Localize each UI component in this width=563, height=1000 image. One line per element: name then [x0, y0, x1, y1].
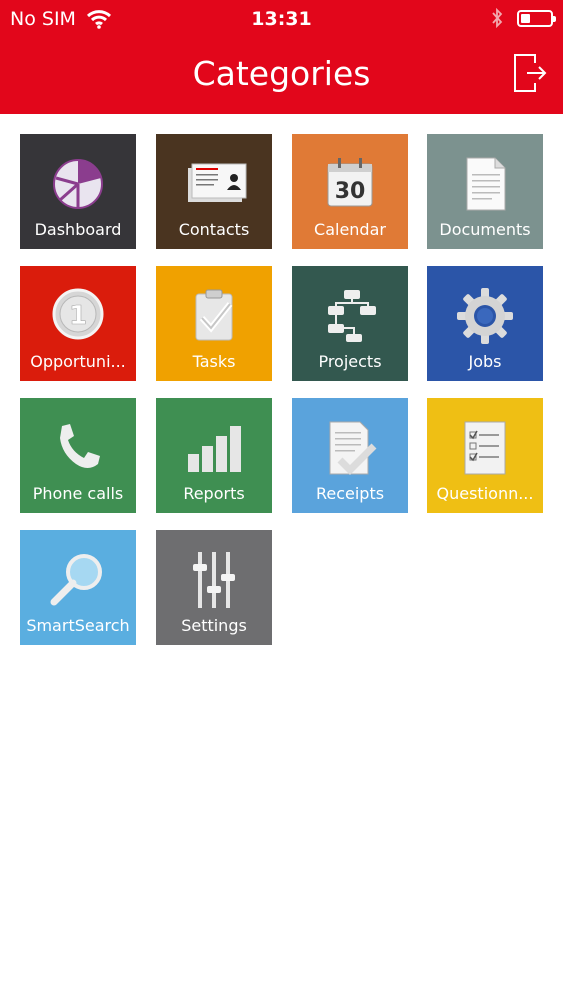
tile-label: Calendar [314, 220, 386, 239]
bluetooth-icon [492, 8, 503, 28]
phone-icon [60, 424, 100, 468]
coin-icon: 1 [52, 288, 104, 340]
tile-label: Documents [439, 220, 531, 239]
tile-label: Settings [181, 616, 247, 635]
tile-phone-calls[interactable]: Phone calls [20, 398, 136, 513]
status-bar: No SIM 13:31 [0, 0, 563, 40]
tile-documents[interactable]: Documents [427, 134, 543, 249]
sliders-icon [193, 552, 235, 608]
tile-opportunities[interactable]: 1 Opportuni... [20, 266, 136, 381]
calendar-day: 30 [335, 179, 366, 204]
tile-label: Questionn... [436, 484, 534, 503]
receipt-check-icon [329, 421, 377, 475]
tile-jobs[interactable]: Jobs [427, 266, 543, 381]
logout-icon[interactable] [513, 53, 547, 93]
battery-level [521, 13, 530, 23]
flowchart-icon [328, 290, 376, 342]
tile-label: Phone calls [32, 484, 124, 503]
tile-label: Opportuni... [30, 352, 126, 371]
pie-chart-icon [53, 159, 103, 209]
document-icon [466, 157, 506, 211]
tile-receipts[interactable]: Receipts [292, 398, 408, 513]
clipboard-check-icon [195, 289, 233, 341]
business-card-icon [188, 163, 247, 202]
calendar-icon: 30 [327, 158, 373, 207]
tile-questionnaires[interactable]: Questionn... [427, 398, 543, 513]
tile-label: SmartSearch [26, 616, 130, 635]
tile-dashboard[interactable]: Dashboard [20, 134, 136, 249]
tile-label: Reports [183, 484, 245, 503]
tile-label: Contacts [178, 220, 250, 239]
tile-tasks[interactable]: Tasks [156, 266, 272, 381]
tile-calendar[interactable]: 30 Calendar [292, 134, 408, 249]
magnifier-icon [50, 554, 102, 606]
checklist-icon [464, 421, 506, 475]
tile-label: Jobs [468, 352, 502, 371]
tile-settings[interactable]: Settings [156, 530, 272, 645]
tile-smartsearch[interactable]: SmartSearch [20, 530, 136, 645]
tile-label: Dashboard [34, 220, 122, 239]
clock: 13:31 [251, 8, 312, 30]
bar-chart-icon [188, 426, 241, 472]
battery-icon [517, 9, 556, 27]
coin-value: 1 [69, 301, 87, 331]
page-title: Categories [192, 54, 371, 93]
app-header: No SIM 13:31 Categories [0, 0, 563, 114]
tile-label: Projects [318, 352, 382, 371]
tile-contacts[interactable]: Contacts [156, 134, 272, 249]
tile-label: Tasks [192, 352, 236, 371]
gear-icon [457, 288, 513, 344]
tile-projects[interactable]: Projects [292, 266, 408, 381]
tile-label: Receipts [315, 484, 385, 503]
tile-reports[interactable]: Reports [156, 398, 272, 513]
